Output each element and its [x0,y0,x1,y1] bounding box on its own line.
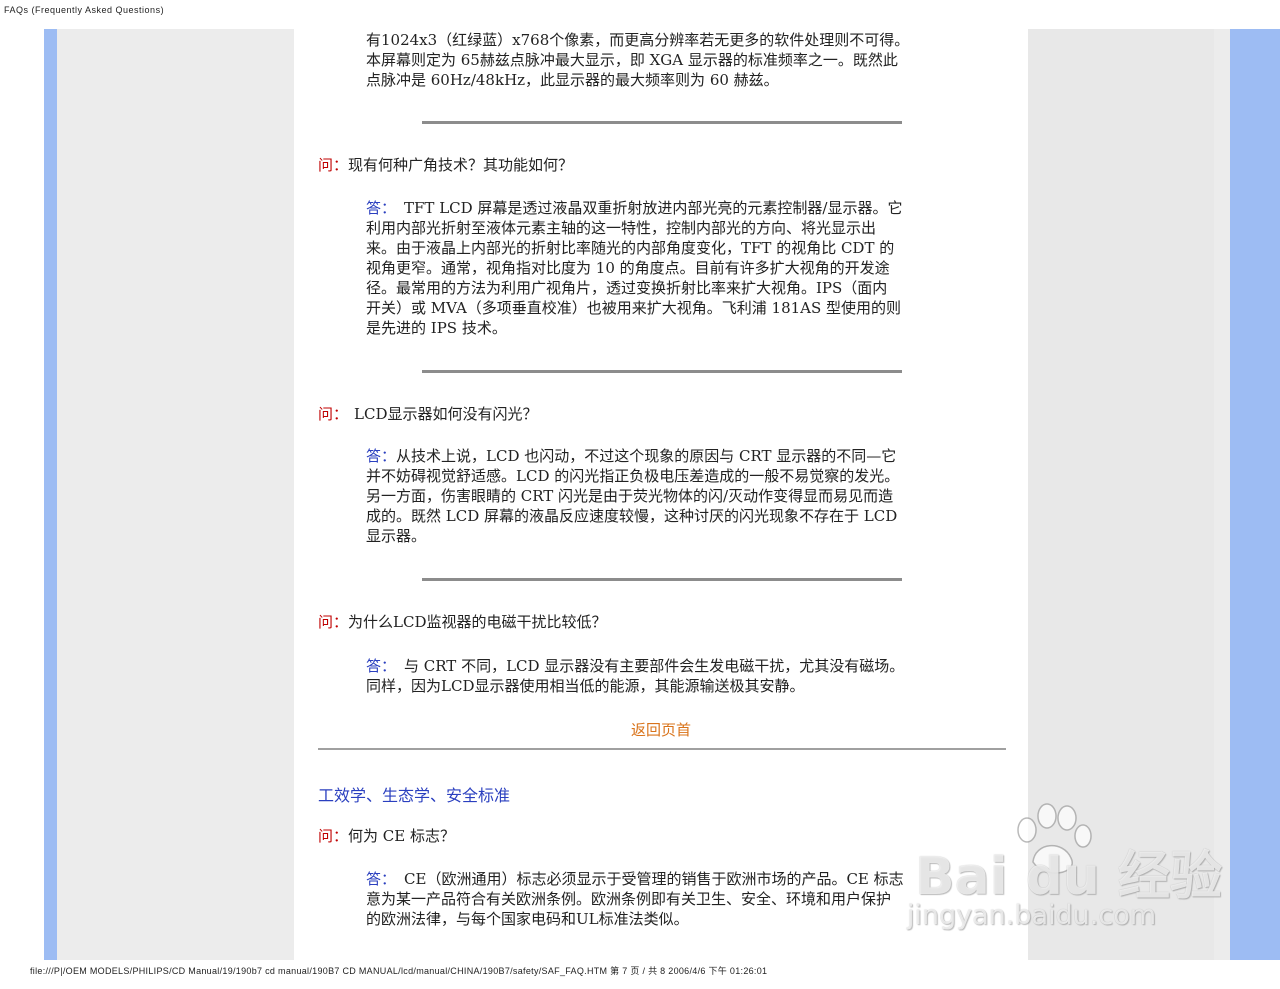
answer-line: 另一方面，伤害眼睛的 CRT 闪光是由于荧光物体的闪/灭动作变得显而易见而造 [366,487,894,505]
answer-label: 答： [366,199,397,217]
back-to-top-link[interactable]: 返回页首 [631,721,691,739]
right-gray-margin [1028,29,1214,960]
right-light-margin [1214,29,1230,960]
separator [422,578,902,581]
faq-question: 问： LCD显示器如何没有闪光？ [318,404,537,424]
faq-content: 有1024x3（红绿蓝）x768个像素，而更高分辨率若无更多的软件处理则不可得。… [294,29,1028,960]
faq-answer: 答：从技术上说，LCD 也闪动，不过这个现象的原因与 CRT 显示器的不同—它 … [366,446,958,546]
answer-line: CE（欧洲通用）标志必须显示于受管理的销售于欧洲市场的产品。CE 标志 [404,870,904,888]
answer-line: 来。由于液晶上内部光的折射比率随光的内部角度变化，TFT 的视角比 CDT 的 [366,239,895,257]
answer-line: 是先进的 IPS 技术。 [366,319,507,337]
question-label: 问： [318,405,349,423]
left-blue-border [44,29,57,960]
intro-line: 本屏幕则定为 65赫兹点脉冲最大显示，即 XGA 显示器的标准频率之一。既然此 [366,51,898,69]
question-label: 问： [318,156,349,174]
answer-line: 成的。既然 LCD 屏幕的液晶反应速度较慢，这种讨厌的闪光现象不存在于 LCD [366,507,898,525]
answer-line: 的欧洲法律，与每个国家电码和UL标准法类似。 [366,910,689,928]
intro-line: 点脉冲是 60Hz/48kHz，此显示器的最大频率则为 60 赫兹。 [366,71,779,89]
section-separator [318,748,1006,750]
answer-line: 径。最常用的方法为利用广视角片，透过变换折射比率来扩大视角。IPS（面内 [366,279,888,297]
section-title[interactable]: 工效学、生态学、安全标准 [318,782,510,806]
intro-line: 有1024x3（红绿蓝）x768个像素，而更高分辨率若无更多的软件处理则不可得。 [366,31,910,49]
answer-label: 答： [366,447,397,465]
answer-line: 同样，因为LCD显示器使用相当低的能源，其能源输送极其安静。 [366,677,805,695]
question-text: 为什么LCD监视器的电磁干扰比较低？ [348,613,607,631]
faq-question: 问：何为 CE 标志？ [318,826,455,846]
answer-line: 视角更窄。通常，视角指对比度为 10 的角度点。目前有许多扩大视角的开发途 [366,259,890,277]
answer-label: 答： [366,870,397,888]
faq-question: 问：为什么LCD监视器的电磁干扰比较低？ [318,612,606,632]
question-label: 问： [318,613,349,631]
answer-line: 开关）或 MVA（多项垂直校准）也被用来扩大视角。飞利浦 181AS 型使用的则 [366,299,902,317]
answer-line: 并不妨碍视觉舒适感。LCD 的闪光指正负极电压差造成的一般不易觉察的发光。 [366,467,900,485]
answer-line: 从技术上说，LCD 也闪动，不过这个现象的原因与 CRT 显示器的不同—它 [396,447,897,465]
print-footer: file:///P|/OEM MODELS/PHILIPS/CD Manual/… [30,966,768,976]
answer-label: 答： [366,657,397,675]
intro-paragraph: 有1024x3（红绿蓝）x768个像素，而更高分辨率若无更多的软件处理则不可得。… [366,30,958,90]
faq-question: 问：现有何种广角技术？其功能如何？ [318,155,573,175]
faq-answer: 答：与 CRT 不同，LCD 显示器没有主要部件会生发电磁干扰，尤其没有磁场。 … [366,656,958,696]
back-to-top-link-wrap: 返回页首 [294,719,1028,740]
question-text: LCD显示器如何没有闪光？ [354,405,538,423]
question-label: 问： [318,827,349,845]
answer-line: 利用内部光折射至液体元素主轴的这一特性，控制内部光的方向、将光显示出 [366,219,877,237]
answer-line: 与 CRT 不同，LCD 显示器没有主要部件会生发电磁干扰，尤其没有磁场。 [404,657,905,675]
question-text: 何为 CE 标志？ [348,827,455,845]
answer-line: 意为某一产品符合有关欧洲条例。欧洲条例即有关卫生、安全、环境和用户保护 [366,890,892,908]
question-text: 现有何种广角技术？其功能如何？ [348,156,574,174]
faq-answer: 答： TFT LCD 屏幕是透过液晶双重折射放进内部光亮的元素控制器/显示器。它 … [366,198,958,338]
answer-line: TFT LCD 屏幕是透过液晶双重折射放进内部光亮的元素控制器/显示器。它 [404,199,903,217]
answer-line: 显示器。 [366,527,427,545]
separator [422,121,902,124]
faq-answer: 答： CE（欧洲通用）标志必须显示于受管理的销售于欧洲市场的产品。CE 标志 意为… [366,869,958,929]
print-header: FAQs (Frequently Asked Questions) [4,5,165,15]
left-gray-margin [57,29,294,960]
separator [422,370,902,373]
right-blue-border [1230,29,1280,960]
